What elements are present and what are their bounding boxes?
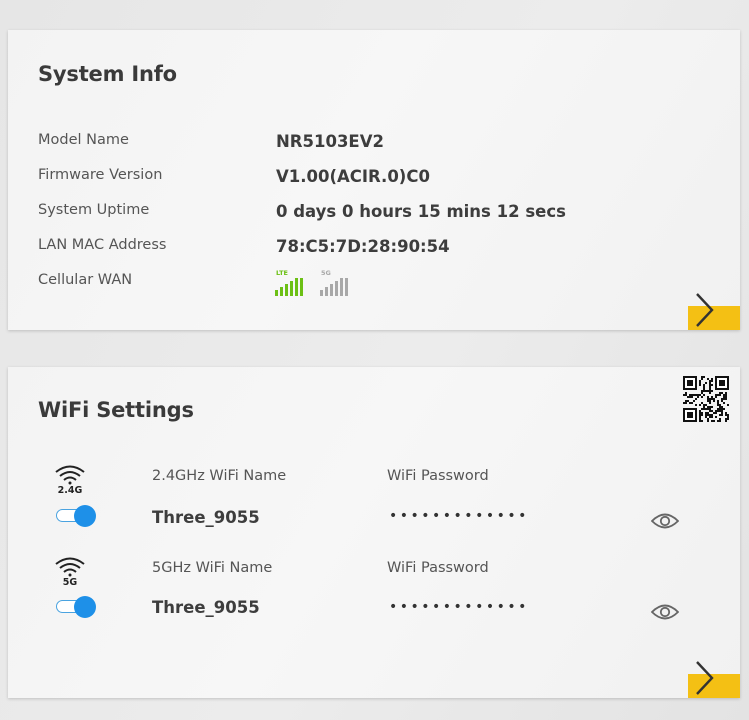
wifi-5g-icon: 5G [52, 555, 88, 591]
lte-signal-tag: LTE [276, 269, 288, 277]
system-info-more-button[interactable] [688, 293, 740, 330]
lan-mac-label: LAN MAC Address [38, 237, 167, 253]
lte-signal-icon: LTE [275, 270, 307, 296]
qr-code-icon[interactable] [683, 376, 729, 422]
system-uptime-label: System Uptime [38, 202, 150, 218]
wifi-settings-card: WiFi Settings 2.4G 2.4GHz WiFi Name Thre… [8, 367, 740, 698]
model-name-label: Model Name [38, 132, 129, 148]
wifi-2g-password-value: ••••••••••••• [389, 508, 529, 524]
system-info-title: System Info [38, 62, 177, 86]
cellular-wan-label: Cellular WAN [38, 272, 133, 288]
firmware-version-value: V1.00(ACIR.0)C0 [276, 167, 430, 186]
5g-signal-icon: 5G [320, 270, 352, 296]
wifi-2g-show-password-eye-icon[interactable] [651, 511, 679, 531]
wifi-5g-name-value: Three_9055 [152, 598, 260, 617]
wifi-5g-password-value: ••••••••••••• [389, 599, 529, 615]
wifi-2g-icon: 2.4G [52, 463, 88, 499]
wifi-2g-toggle[interactable] [56, 505, 96, 527]
wifi-settings-more-button[interactable] [688, 661, 740, 698]
system-info-card: System Info Model Name NR5103EV2 Firmwar… [8, 30, 740, 330]
wifi-2g-name-value: Three_9055 [152, 508, 260, 527]
wifi-5g-toggle[interactable] [56, 596, 96, 618]
model-name-value: NR5103EV2 [276, 132, 384, 151]
chevron-right-icon [696, 661, 714, 695]
lan-mac-value: 78:C5:7D:28:90:54 [276, 237, 450, 256]
wifi-5g-name-label: 5GHz WiFi Name [152, 560, 273, 576]
wifi-settings-title: WiFi Settings [38, 398, 194, 422]
wifi-5g-password-label: WiFi Password [387, 560, 489, 576]
chevron-right-icon [696, 293, 714, 327]
system-uptime-value: 0 days 0 hours 15 mins 12 secs [276, 202, 566, 221]
wifi-2g-band: 2.4G [57, 485, 83, 496]
wifi-5g-band: 5G [62, 577, 78, 588]
wifi-2g-name-label: 2.4GHz WiFi Name [152, 468, 287, 484]
5g-signal-tag: 5G [321, 269, 331, 277]
wifi-5g-show-password-eye-icon[interactable] [651, 602, 679, 622]
wifi-2g-password-label: WiFi Password [387, 468, 489, 484]
firmware-version-label: Firmware Version [38, 167, 163, 183]
